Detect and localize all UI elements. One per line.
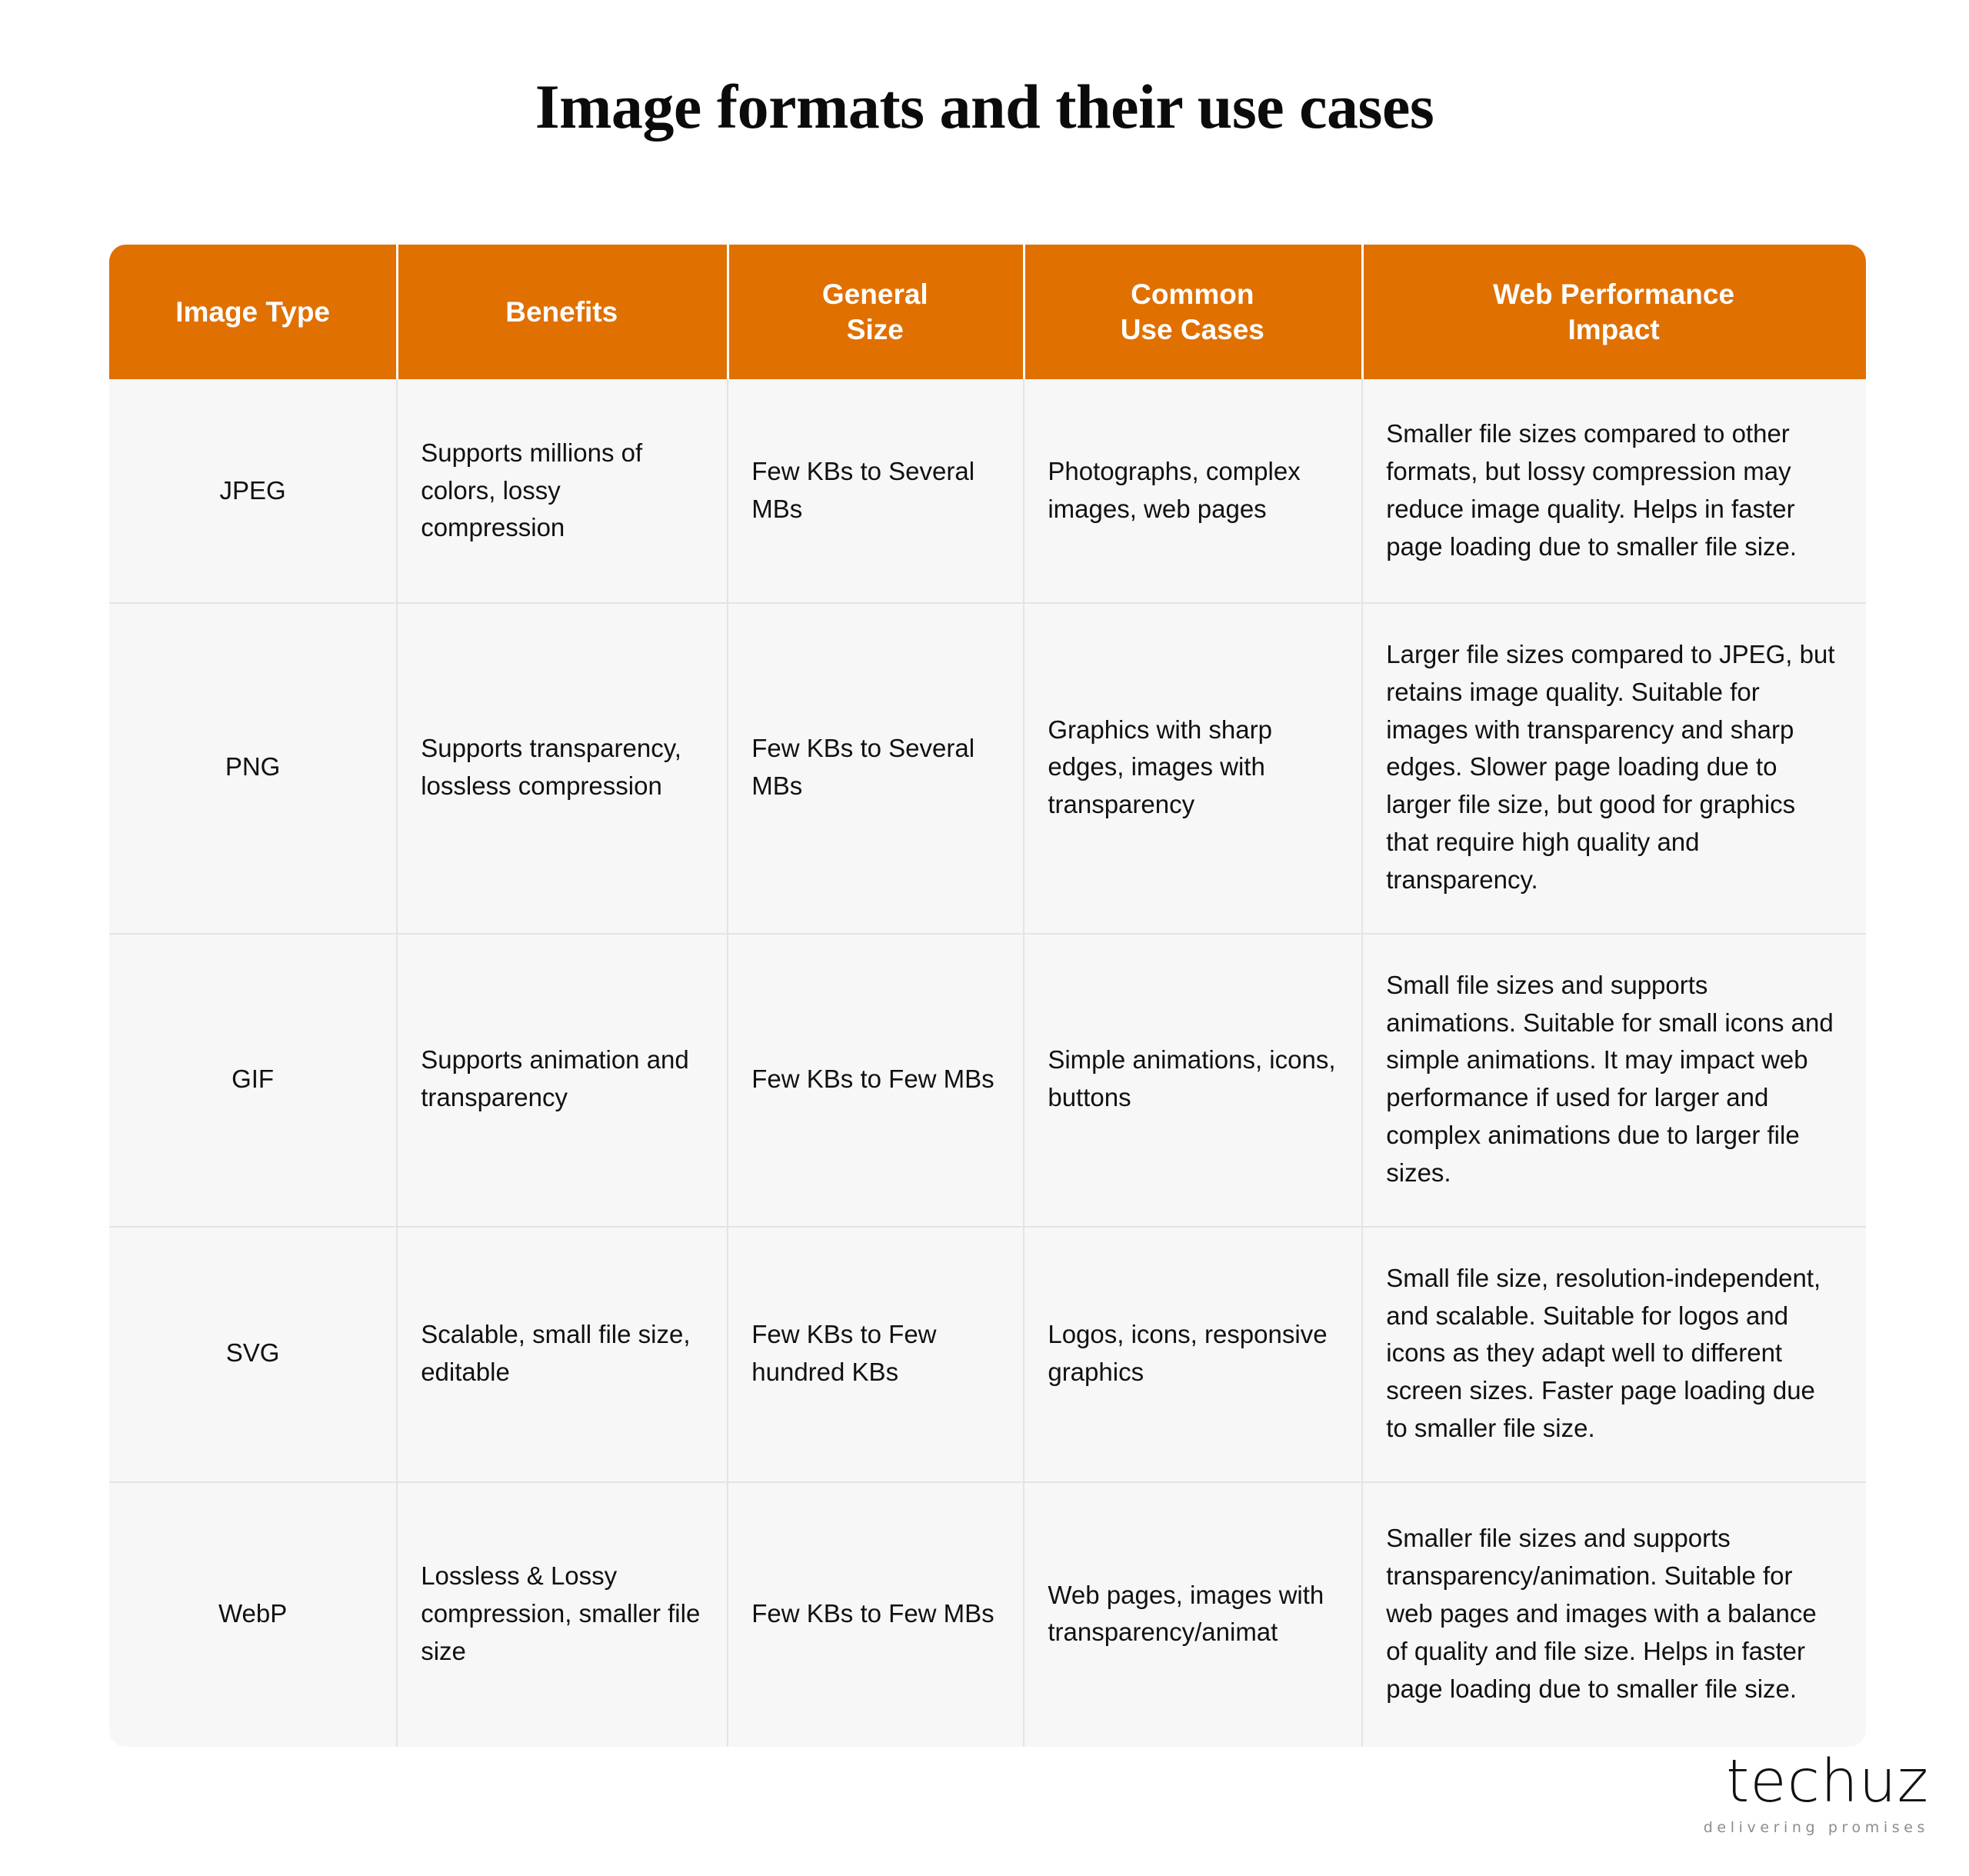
cell-web-performance-impact: Larger file sizes compared to JPEG, but … [1361, 602, 1866, 933]
cell-common-use-cases: Logos, icons, responsive graphics [1023, 1225, 1361, 1482]
cell-web-performance-impact: Small file sizes and supports animations… [1361, 932, 1866, 1226]
column-header-line-1: Common [1131, 278, 1254, 310]
table-body: JPEG Supports millions of colors, lossy … [109, 379, 1866, 1747]
column-header-label: General Size [822, 277, 928, 348]
column-header-label: Web Performance Impact [1493, 277, 1734, 348]
cell-image-type: JPEG [219, 475, 286, 505]
cell-image-type: PNG [225, 752, 281, 781]
cell-benefits: Lossless & Lossy compression, smaller fi… [396, 1481, 727, 1747]
table-row: GIF Supports animation and transparency … [109, 932, 1866, 1226]
column-header-common-use-cases: Common Use Cases [1023, 245, 1361, 379]
column-header-label: Common Use Cases [1121, 277, 1264, 348]
table-row: WebP Lossless & Lossy compression, small… [109, 1481, 1866, 1747]
logo-tagline: delivering promises [1703, 1819, 1929, 1836]
cell-benefits: Supports animation and transparency [396, 932, 727, 1226]
cell-benefits: Supports millions of colors, lossy compr… [396, 379, 727, 602]
cell-image-type: GIF [232, 1064, 275, 1093]
cell-common-use-cases: Simple animations, icons, buttons [1023, 932, 1361, 1226]
cell-benefits: Scalable, small file size, editable [396, 1225, 727, 1482]
infographic-page: Image formats and their use cases Image … [0, 0, 1969, 1876]
cell-common-use-cases: Graphics with sharp edges, images with t… [1023, 602, 1361, 933]
cell-common-use-cases: Photographs, complex images, web pages [1023, 379, 1361, 602]
cell-general-size: Few KBs to Several MBs [727, 379, 1023, 602]
column-header-line-1: Web Performance [1493, 278, 1735, 310]
cell-general-size: Few KBs to Several MBs [727, 602, 1023, 933]
cell-image-type: SVG [225, 1338, 280, 1368]
page-title: Image formats and their use cases [535, 72, 1434, 142]
cell-common-use-cases: Web pages, images with transparency/anim… [1023, 1481, 1361, 1747]
cell-image-type: WebP [218, 1598, 288, 1628]
cell-general-size: Few KBs to Few MBs [727, 932, 1023, 1226]
column-header-line-1: General [821, 278, 928, 310]
column-header-label: Image Type [175, 295, 331, 328]
column-header-label: Benefits [505, 295, 618, 328]
logo-wordmark: techuz [1726, 1748, 1929, 1816]
column-header-web-performance-impact: Web Performance Impact [1361, 245, 1866, 379]
column-header-general-size: General Size [727, 245, 1023, 379]
cell-benefits: Supports transparency, lossless compress… [396, 602, 727, 933]
cell-web-performance-impact: Smaller file sizes and supports transpar… [1361, 1481, 1866, 1747]
cell-general-size: Few KBs to Few MBs [727, 1481, 1023, 1747]
column-header-line-2: Impact [1568, 313, 1660, 345]
column-header-benefits: Benefits [396, 245, 727, 379]
column-header-line-2: Size [846, 313, 904, 345]
table-header-row: Image Type Benefits General Size Common … [109, 245, 1866, 379]
image-formats-table: Image Type Benefits General Size Common … [109, 245, 1866, 1747]
table-row: SVG Scalable, small file size, editable … [109, 1225, 1866, 1482]
cell-web-performance-impact: Smaller file sizes compared to other for… [1361, 379, 1866, 602]
column-header-image-type: Image Type [109, 245, 396, 379]
techuz-logo: techuz delivering promises [1704, 1752, 1929, 1836]
table-row: JPEG Supports millions of colors, lossy … [109, 379, 1866, 602]
cell-web-performance-impact: Small file size, resolution-independent,… [1361, 1225, 1866, 1482]
table-row: PNG Supports transparency, lossless comp… [109, 602, 1866, 933]
cell-general-size: Few KBs to Few hundred KBs [727, 1225, 1023, 1482]
column-header-line-2: Use Cases [1120, 313, 1264, 345]
